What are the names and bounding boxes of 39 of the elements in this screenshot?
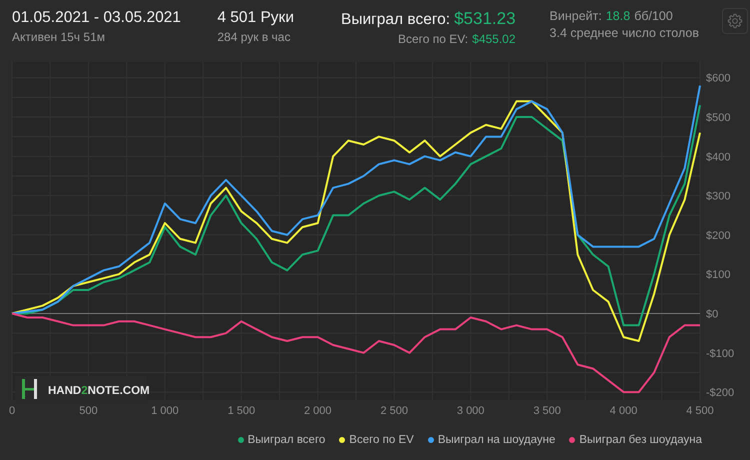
legend-label[interactable]: Всего по EV: [349, 434, 414, 446]
winrate-value: 18.8: [606, 9, 630, 23]
y-tick-label: $0: [706, 308, 718, 321]
legend-label[interactable]: Выиграл всего: [248, 434, 326, 446]
x-tick-label: 3 000: [456, 405, 484, 417]
y-tick-label: $400: [706, 151, 730, 164]
average-tables: 3.4 среднее число столов: [550, 26, 722, 40]
ev-label: Всего по EV:: [398, 32, 468, 46]
x-tick-label: 2 000: [304, 405, 332, 417]
x-tick-label: 2 500: [380, 405, 408, 417]
ev-value: $455.02: [472, 32, 516, 46]
settings-button[interactable]: [722, 8, 748, 34]
winrate-label: Винрейт:: [550, 9, 602, 23]
won-value: $531.23: [454, 9, 516, 29]
y-tick-label: $600: [706, 72, 730, 85]
legend-label[interactable]: Выиграл на шоудауне: [438, 434, 556, 446]
h-logo-icon: [22, 379, 37, 399]
x-tick-label: 4 500: [686, 405, 714, 417]
winrate-unit: бб/100: [634, 9, 673, 23]
legend-label[interactable]: Выиграл без шоудауна: [579, 434, 702, 446]
active-time: Активен 15ч 51м: [12, 30, 106, 44]
y-tick-label: $200: [706, 230, 730, 242]
date-range: 01.05.2021 - 03.05.2021: [12, 9, 182, 27]
x-tick-label: 1 500: [228, 405, 256, 417]
settings-icon: [727, 13, 744, 29]
logo-text: HAND2NOTE.COM: [48, 385, 150, 397]
y-tick-label: $100: [706, 269, 730, 282]
x-tick-label: 1 000: [151, 405, 179, 417]
hands-per-hour: 284 рук в час: [217, 30, 292, 44]
x-tick-label: 4 000: [610, 405, 638, 417]
y-tick-label: -$200: [706, 387, 734, 400]
x-tick-label: 0: [8, 405, 16, 417]
won-label: Выиграл всего:: [341, 11, 450, 29]
y-tick-label: -$100: [706, 348, 734, 360]
x-tick-label: 500: [79, 405, 98, 417]
x-tick-label: 3 500: [533, 405, 561, 417]
y-tick-label: $500: [706, 112, 730, 124]
hands-count: 4 501 Руки: [217, 9, 295, 27]
y-tick-label: $300: [706, 190, 730, 203]
